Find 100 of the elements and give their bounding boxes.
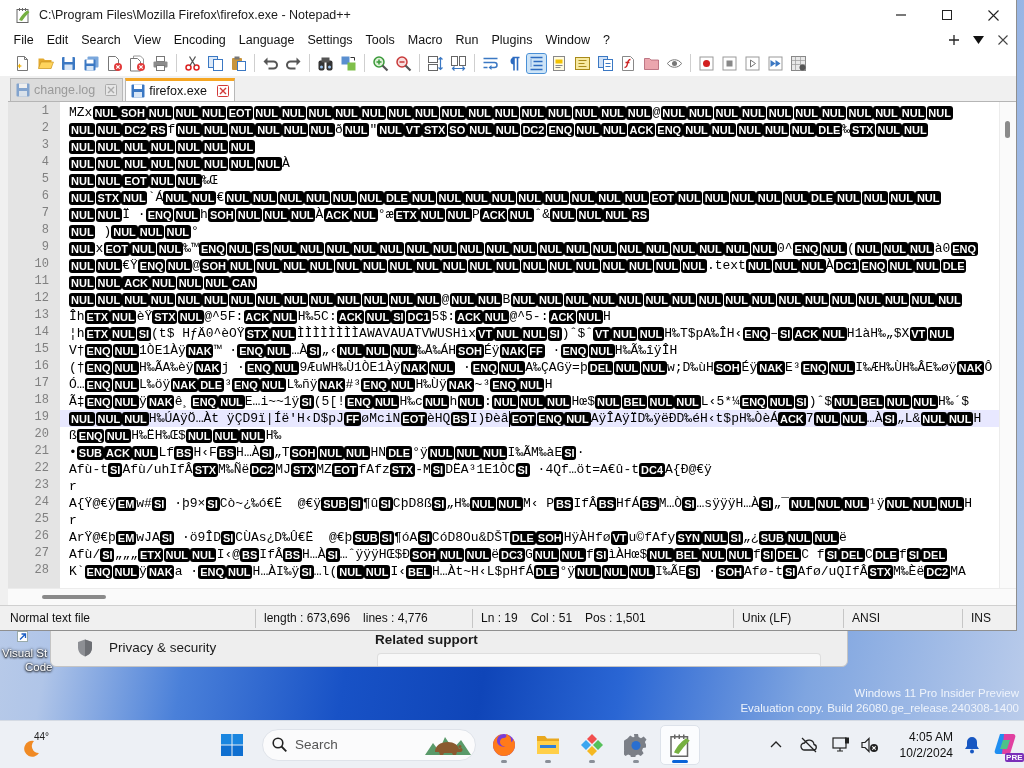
control-char-symbol: NUL <box>122 292 149 307</box>
menu-item[interactable]: Window <box>538 33 597 47</box>
control-char-symbol: NUL <box>226 241 254 256</box>
copilot-icon[interactable] <box>994 731 1018 756</box>
folder-icon[interactable] <box>536 733 560 756</box>
notepad-icon[interactable] <box>668 732 692 757</box>
maximize-icon[interactable] <box>942 10 952 20</box>
control-char-symbol: NUL <box>388 292 415 307</box>
control-char-symbol: ENQ <box>190 394 218 409</box>
bell-icon[interactable] <box>964 735 980 754</box>
close-icon[interactable] <box>987 9 999 21</box>
control-char-symbol: NUL <box>674 394 701 409</box>
control-char-symbol: ACK <box>627 122 656 137</box>
code-text: Hœ$ <box>571 393 595 410</box>
tab[interactable]: firefox.exe <box>125 78 235 101</box>
weather-temperature[interactable]: 44° <box>34 730 50 742</box>
code-text: MA <box>950 563 966 580</box>
code-text: E…i~~1ÿ <box>244 393 300 410</box>
control-char-symbol: BEL <box>406 564 432 579</box>
zoom-in-icon[interactable] <box>371 53 390 73</box>
sync-horizontal-icon[interactable] <box>449 53 468 73</box>
control-char-symbol: SOH <box>456 343 484 358</box>
code-text: Afø-t <box>743 563 783 580</box>
plus-icon[interactable] <box>949 35 959 45</box>
menu-item[interactable]: Settings <box>300 33 360 47</box>
control-char-symbol: DC4 <box>639 462 665 477</box>
control-char-symbol: NUL <box>149 292 176 307</box>
menu-item[interactable]: ? <box>596 33 617 47</box>
document-list-icon[interactable] <box>596 53 615 73</box>
zoom-out-icon[interactable] <box>394 53 413 73</box>
control-char-symbol: FF <box>344 411 362 426</box>
control-char-symbol: NUL <box>490 190 517 205</box>
code-text: ÿ <box>139 393 147 410</box>
play-icon[interactable] <box>743 53 762 73</box>
shortcut-arrow-icon[interactable] <box>17 631 28 642</box>
menu-item[interactable]: Run <box>449 33 485 47</box>
control-char-symbol: NUL <box>228 156 255 171</box>
stop-icon[interactable] <box>720 53 739 73</box>
diamond-tiles-icon[interactable] <box>580 732 604 757</box>
clock-date[interactable]: 10/2/2024 <box>899 744 953 761</box>
control-char-symbol: ENQ <box>84 394 113 409</box>
nav-item[interactable]: Privacy & security <box>109 639 217 657</box>
control-char-symbol: NUL <box>697 241 724 256</box>
code-text: f <box>167 121 176 138</box>
menu-item[interactable]: Language <box>232 33 301 47</box>
menu-item[interactable]: Edit <box>40 33 75 47</box>
menu-item[interactable]: File <box>7 33 41 47</box>
code-text: ¹ÿ <box>868 495 885 512</box>
code-text: († <box>69 359 85 376</box>
control-char-symbol: BS <box>240 547 260 562</box>
fast-forward-icon[interactable] <box>766 53 785 73</box>
menu-item[interactable]: View <box>127 33 168 47</box>
edition-notice: Windows 11 Pro Insider Preview <box>854 686 1019 701</box>
monitor-icon[interactable] <box>832 736 850 753</box>
active-app-button[interactable] <box>660 724 700 765</box>
speaker-muted-icon[interactable] <box>861 736 879 753</box>
menu-item[interactable]: Tools <box>359 33 402 47</box>
menu-item[interactable]: Search <box>74 33 128 47</box>
menu-item[interactable]: Macro <box>401 33 450 47</box>
control-char-symbol: NUL <box>280 105 307 120</box>
scrollbar-thumb[interactable] <box>1005 121 1010 138</box>
menu-item[interactable]: Encoding <box>167 33 233 47</box>
control-char-symbol: NUL <box>683 122 710 137</box>
copy-icon[interactable] <box>206 53 225 73</box>
printer-icon[interactable] <box>151 53 170 73</box>
chevron-up-icon[interactable] <box>770 741 782 748</box>
indent-guide-icon[interactable] <box>527 53 546 73</box>
code-text: …ˆÿÿÿHŒ$Ð <box>339 546 411 563</box>
control-char-symbol: ENQ <box>232 377 260 392</box>
close-icon[interactable] <box>998 35 1008 45</box>
clock-time[interactable]: 4:05 AM <box>908 728 953 745</box>
code-text: f <box>753 546 761 563</box>
scissors-icon[interactable] <box>183 53 202 73</box>
line-number: 22 <box>33 461 50 477</box>
vertical-scrollbar[interactable] <box>999 102 1016 588</box>
code-text: I‹ <box>390 563 407 580</box>
control-char-symbol: NUL <box>590 292 617 307</box>
code-text: ™ · <box>213 342 238 359</box>
menu-item[interactable]: Plugins <box>484 33 539 47</box>
control-char-symbol: NUL <box>936 292 963 307</box>
control-char-symbol: NUL <box>95 122 122 137</box>
record-icon[interactable] <box>697 53 716 73</box>
fox-globe-icon[interactable] <box>492 732 516 757</box>
code-text: f <box>898 546 907 563</box>
code-text: H <box>602 308 611 325</box>
save-macro-icon[interactable] <box>789 53 808 73</box>
control-char-symbol: SI <box>431 462 445 477</box>
gear-icon[interactable] <box>624 732 648 757</box>
search-field[interactable]: Search <box>262 728 476 761</box>
control-char-symbol: NUL <box>546 105 573 120</box>
line-number: 5 <box>40 172 50 188</box>
control-char-symbol: VT <box>593 326 611 341</box>
windows-logo-icon[interactable] <box>221 733 243 756</box>
pages-close-icon[interactable] <box>128 53 147 73</box>
sync-vertical-icon[interactable] <box>426 53 445 73</box>
page-close-icon[interactable] <box>105 53 124 73</box>
control-char-symbol: NUL <box>436 190 463 205</box>
caret-down-icon[interactable] <box>973 36 984 44</box>
cloud-off-icon[interactable] <box>800 736 818 753</box>
scrollbar-thumb[interactable] <box>42 595 106 599</box>
